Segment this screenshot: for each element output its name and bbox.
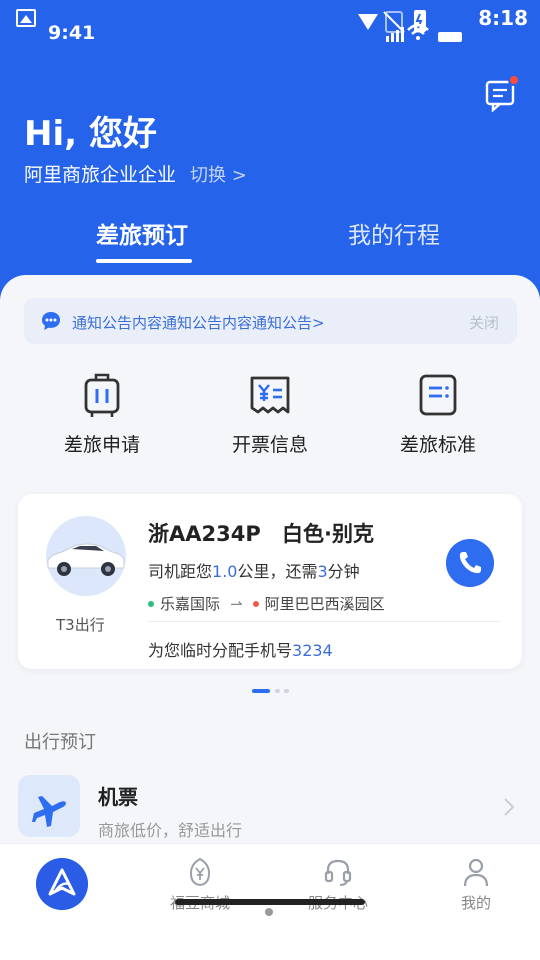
route-origin: 乐嘉国际 <box>160 595 221 613</box>
ride-card[interactable]: T3出行 浙AA234P 白色·别克 司机距您1.0公里，还需3分钟 乐嘉国际 … <box>18 494 522 669</box>
status-time-right: 8:18 <box>478 6 528 30</box>
eta-suffix: 分钟 <box>327 562 360 581</box>
switch-company-link[interactable]: 切换 > <box>190 161 247 187</box>
eta-minutes: 3 <box>317 562 328 581</box>
mall-icon <box>189 857 211 887</box>
eta-distance: 1.0 <box>212 562 238 581</box>
quick-action-invoice-info[interactable]: 开票信息 <box>200 372 340 457</box>
phone-prefix: 为您临时分配手机号 <box>148 641 293 660</box>
luggage-icon <box>84 373 120 417</box>
pager-dot-active <box>252 689 270 693</box>
quick-action-label: 差旅申请 <box>63 434 140 456</box>
flight-icon-tile <box>18 775 80 837</box>
flight-title: 机票 <box>98 785 138 809</box>
chevron-right-icon <box>504 798 515 816</box>
home-indicator[interactable] <box>175 899 365 905</box>
tab-my-trips[interactable]: 我的行程 <box>348 216 440 250</box>
gallery-icon <box>16 9 36 27</box>
status-icons <box>358 10 462 42</box>
car-description: 白色·别克 <box>282 522 375 546</box>
origin-dot <box>148 600 154 607</box>
user-icon <box>463 858 489 887</box>
route-arrow: ⇀ <box>230 594 243 613</box>
status-time-left: 9:41 <box>48 22 96 44</box>
divider <box>148 621 500 622</box>
carousel-indicator <box>252 689 292 693</box>
notification-badge <box>508 74 520 86</box>
driver-eta: 司机距您1.0公里，还需3分钟 <box>148 558 360 582</box>
plate-number: 浙AA234P <box>148 522 261 546</box>
quick-action-label: 差旅标准 <box>399 434 476 456</box>
provider-name: T3出行 <box>56 616 105 634</box>
company-row: 阿里商旅企业企业 切换 > <box>24 160 247 187</box>
car-icon <box>47 543 125 576</box>
assigned-phone: 为您临时分配手机号3234 <box>148 637 333 661</box>
notice-bar[interactable]: 通知公告内容通知公告内容通知公告> 关闭 <box>24 298 517 344</box>
header: 9:41 8:18 Hi, 您好 阿里商旅企业企业 切换 > 差旅预订 我的行程 <box>0 0 540 300</box>
section-title: 出行预订 <box>24 732 96 753</box>
quick-action-travel-standard[interactable]: 差旅标准 <box>368 372 508 457</box>
status-bar: 9:41 8:18 <box>0 0 540 50</box>
phone-call-button[interactable] <box>446 539 494 587</box>
destination-dot <box>252 600 259 607</box>
home-logo-icon[interactable] <box>36 858 88 910</box>
pager-dot <box>275 689 280 693</box>
route-destination: 阿里巴巴西溪园区 <box>264 595 385 613</box>
active-tab-indicator <box>96 259 192 263</box>
flight-subtitle: 商旅低价，舒适出行 <box>98 821 243 840</box>
route: 乐嘉国际 ⇀ 阿里巴巴西溪园区 <box>148 593 385 614</box>
chat-bubble-icon <box>42 312 60 330</box>
plate-line: 浙AA234P 白色·别克 <box>148 518 374 548</box>
document-icon <box>419 374 457 416</box>
pager-dot <box>284 689 289 693</box>
notice-close-button[interactable]: 关闭 <box>469 312 499 333</box>
car-image <box>46 516 126 596</box>
airplane-icon <box>32 796 66 827</box>
phone-number: 3234 <box>292 641 333 660</box>
nav-dot <box>265 908 273 916</box>
nav-profile[interactable]: 我的 <box>426 856 526 913</box>
company-name: 阿里商旅企业企业 <box>24 164 177 186</box>
quick-action-travel-request[interactable]: 差旅申请 <box>32 372 172 457</box>
nav-label: 我的 <box>460 894 491 912</box>
tab-travel-booking[interactable]: 差旅预订 <box>96 216 188 250</box>
invoice-icon <box>250 376 290 414</box>
headset-icon <box>324 859 352 886</box>
greeting: Hi, 您好 <box>24 114 157 154</box>
notice-text[interactable]: 通知公告内容通知公告内容通知公告> <box>72 312 325 333</box>
eta-prefix: 司机距您 <box>148 562 213 581</box>
flight-booking-row[interactable]: 机票 商旅低价，舒适出行 <box>18 775 522 845</box>
eta-mid: 公里，还需 <box>237 562 318 581</box>
quick-action-label: 开票信息 <box>231 434 308 456</box>
